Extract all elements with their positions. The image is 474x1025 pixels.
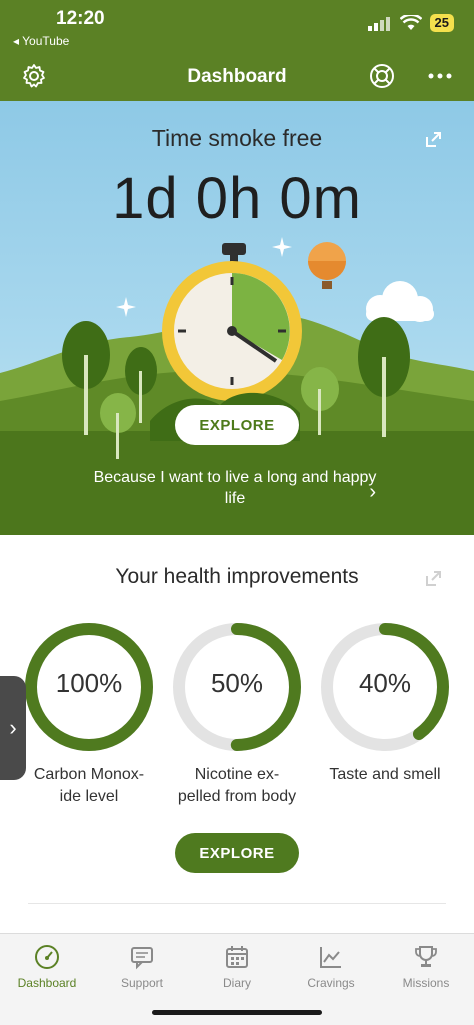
quit-reason-text[interactable]: Because I want to live a long and happy … (90, 467, 380, 509)
tab-missions[interactable]: Missions (386, 942, 466, 990)
tab-label: Missions (402, 976, 450, 990)
status-icons: 25 (367, 14, 454, 32)
smoke-free-counter: 1d 0h 0m (112, 166, 362, 231)
stopwatch-illustration (162, 243, 302, 401)
share-icon (426, 571, 441, 586)
battery-indicator: 25 (429, 14, 454, 32)
health-improvements-title: Your health improvements (115, 565, 359, 588)
home-indicator (152, 1010, 322, 1015)
signal-icon (367, 17, 390, 31)
chevron-right-icon[interactable]: › (369, 481, 376, 504)
chevron-right-icon: › (9, 715, 17, 740)
wifi-icon (399, 15, 422, 30)
health-ring-carbon-monoxide[interactable]: 100% (22, 620, 156, 754)
tab-label: Diary (222, 976, 251, 990)
smoke-free-hero: Time smoke free 1d 0h 0m EXPLORE Because… (0, 101, 474, 535)
more-options-button[interactable] (426, 62, 454, 90)
health-share-button[interactable] (426, 570, 442, 591)
trophy-icon (415, 946, 437, 967)
tab-label: Cravings (307, 976, 355, 990)
status-time: 12:20 (56, 8, 105, 29)
health-ring-value: 40% (358, 668, 412, 698)
gauge-icon (35, 945, 59, 969)
health-explore-button[interactable]: EXPLORE (175, 833, 299, 873)
top-bar: 12:20 ◂ YouTube 25 Dashboard (0, 0, 474, 101)
more-dots-icon (428, 73, 452, 79)
chart-icon (320, 947, 341, 968)
tab-diary[interactable]: Diary (197, 942, 277, 990)
lifebuoy-icon (370, 64, 394, 88)
calendar-icon (226, 946, 248, 968)
side-drawer-handle[interactable]: › (0, 676, 26, 780)
section-divider (28, 903, 446, 904)
page-title: Dashboard (187, 66, 287, 87)
health-ring-label: Nicotine ex- pelled from body (177, 766, 297, 805)
back-to-app-link[interactable]: ◂ YouTube (13, 34, 69, 48)
tab-label: Support (120, 976, 164, 990)
chat-icon (131, 947, 153, 970)
tab-support[interactable]: Support (102, 942, 182, 990)
tab-label: Dashboard (17, 976, 77, 990)
health-ring-value: 100% (55, 668, 123, 698)
tab-dashboard[interactable]: Dashboard (7, 942, 87, 990)
hero-explore-button[interactable]: EXPLORE (175, 405, 299, 445)
health-ring-label: Carbon Monox- ide level (33, 766, 145, 805)
health-ring-label: Taste and smell (329, 766, 441, 783)
health-ring-value: 50% (210, 668, 264, 698)
share-icon (426, 132, 441, 147)
hero-share-button[interactable] (426, 131, 442, 152)
hero-title: Time smoke free (151, 125, 323, 151)
help-lifebuoy-button[interactable] (368, 62, 396, 90)
health-ring-taste-smell[interactable]: 40% (318, 620, 452, 754)
tab-cravings[interactable]: Cravings (291, 942, 371, 990)
health-ring-nicotine[interactable]: 50% (170, 620, 304, 754)
